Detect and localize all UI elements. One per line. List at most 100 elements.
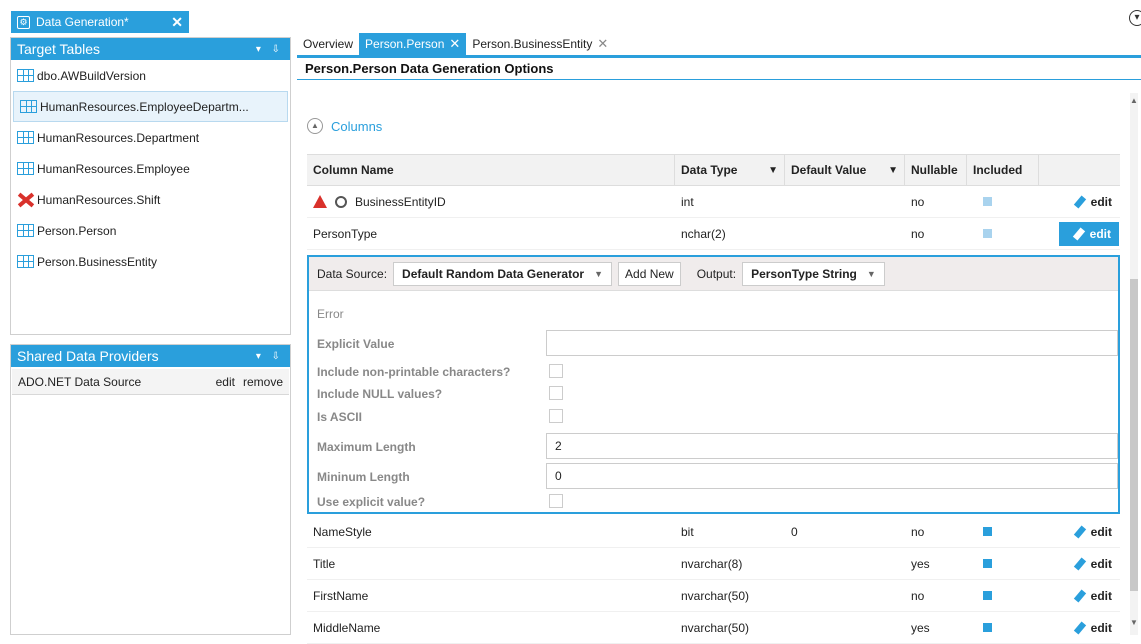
table-item-label: Person.BusinessEntity — [37, 254, 158, 269]
scroll-down-icon[interactable]: ▼ — [1130, 618, 1138, 627]
cell-nullable: no — [911, 226, 925, 241]
included-checkbox[interactable] — [983, 559, 992, 568]
max-length-label: Maximum Length — [317, 440, 416, 454]
use-explicit-checkbox[interactable] — [549, 494, 563, 508]
cell-column-name: Title — [307, 548, 675, 579]
cell-default-value — [785, 580, 905, 611]
pin-icon[interactable]: ▾ ⇩ — [256, 44, 284, 55]
table-item[interactable]: HumanResources.Department — [11, 122, 290, 153]
table-item[interactable]: Person.BusinessEntity — [11, 246, 290, 277]
tab-overview[interactable]: Overview — [297, 33, 359, 55]
max-length-input[interactable]: 2 — [546, 433, 1118, 459]
table-item[interactable]: dbo.AWBuildVersion — [11, 60, 290, 91]
include-nonprintable-label: Include non-printable characters? — [317, 365, 511, 379]
edit-button[interactable]: edit — [1059, 221, 1119, 246]
tab-person-person[interactable]: Person.Person ✕ — [359, 33, 467, 55]
header-column-name[interactable]: Column Name — [307, 155, 675, 185]
editor-toolbar: Data Source: Default Random Data Generat… — [309, 257, 1118, 291]
output-label: Output: — [696, 266, 737, 281]
table-icon — [17, 224, 34, 237]
table-row: Title nvarchar(8) yes edit — [307, 548, 1120, 580]
grid-rows-top: BusinessEntityID int no edit PersonType nchar… — [307, 186, 1120, 250]
cell-included — [967, 516, 1039, 547]
min-length-input[interactable]: 0 — [546, 463, 1118, 489]
explicit-value-input[interactable] — [546, 330, 1118, 356]
included-checkbox[interactable] — [983, 591, 992, 600]
cell-data-type: int — [681, 194, 694, 209]
table-item-label: Person.Person — [37, 223, 117, 238]
excluded-table-icon — [17, 192, 34, 207]
close-icon[interactable]: ✕ — [171, 14, 183, 31]
grid-header: Column Name Data Type ▼ Default Value ▼ … — [307, 154, 1120, 186]
include-null-checkbox[interactable] — [549, 386, 563, 400]
provider-edit-link[interactable]: edit — [216, 375, 235, 389]
pin-icon[interactable]: ▾ ⇩ — [256, 351, 284, 362]
tab-person-businessentity[interactable]: Person.BusinessEntity ✕ — [466, 33, 614, 55]
header-label: Default Value — [791, 163, 867, 177]
options-area: Overview Person.Person ✕ Person.BusinessEnt… — [297, 33, 1141, 644]
cell-included — [967, 580, 1039, 611]
table-item-label: HumanResources.Employee — [37, 161, 190, 176]
included-checkbox[interactable] — [983, 623, 992, 632]
edit-label: edit — [1089, 226, 1111, 241]
is-ascii-checkbox[interactable] — [549, 409, 563, 423]
column-name: BusinessEntityID — [355, 194, 446, 209]
included-checkbox[interactable] — [983, 527, 992, 536]
filter-icon[interactable]: ▼ — [888, 165, 898, 176]
table-row: NameStyle bit 0 no edit — [307, 516, 1120, 548]
grid-rows-bottom: NameStyle bit 0 no edit Title nvarchar(8) yes ed… — [307, 516, 1120, 644]
warning-icon — [313, 195, 327, 208]
included-checkbox[interactable] — [983, 197, 992, 206]
edit-button[interactable]: edit — [1045, 616, 1120, 640]
header-default-value[interactable]: Default Value ▼ — [785, 155, 905, 185]
edit-button[interactable]: edit — [1045, 520, 1120, 544]
edit-button[interactable]: edit — [1045, 552, 1120, 576]
doc-tab-data-generation[interactable]: ⚙ Data Generation* ✕ — [11, 11, 189, 33]
doc-tab-label: Data Generation* — [36, 15, 129, 29]
output-dropdown[interactable]: PersonType String ▼ — [742, 261, 885, 286]
pane-title: Shared Data Providers — [17, 348, 159, 364]
shared-data-providers-pane: Shared Data Providers ▾ ⇩ ADO.NET Data S… — [10, 344, 291, 635]
collapse-icon[interactable]: ▲ — [307, 118, 323, 134]
options-circle-icon[interactable]: ▾ — [1129, 10, 1141, 26]
table-item[interactable]: HumanResources.Shift — [11, 184, 290, 215]
cell-actions: edit — [1039, 218, 1120, 249]
cell-default-value: 0 — [791, 524, 798, 539]
cell-included — [967, 548, 1039, 579]
cell-data-type: bit — [681, 524, 694, 539]
filter-icon[interactable]: ▼ — [768, 165, 778, 176]
included-checkbox[interactable] — [983, 229, 992, 238]
table-item[interactable]: HumanResources.Employee — [11, 153, 290, 184]
pencil-icon — [1073, 556, 1086, 571]
table-item-label: HumanResources.Department — [37, 130, 200, 145]
table-row: MiddleName nvarchar(50) yes edit — [307, 612, 1120, 644]
scroll-thumb[interactable] — [1130, 279, 1138, 591]
edit-button[interactable]: edit — [1045, 584, 1120, 608]
table-icon — [17, 131, 34, 144]
provider-remove-link[interactable]: remove — [243, 375, 283, 389]
columns-section-toggle[interactable]: ▲ Columns — [307, 118, 382, 134]
vertical-scrollbar[interactable] — [1130, 93, 1138, 635]
add-new-button[interactable]: Add New — [618, 261, 681, 286]
header-included[interactable]: Included — [967, 155, 1039, 185]
cell-data-type: nvarchar(50) — [681, 588, 750, 603]
cell-default-value — [785, 218, 905, 249]
close-icon[interactable]: ✕ — [597, 36, 608, 52]
edit-button[interactable]: edit — [1045, 190, 1120, 214]
scroll-up-icon[interactable]: ▲ — [1130, 96, 1138, 105]
header-nullable[interactable]: Nullable — [905, 155, 967, 185]
close-icon[interactable]: ✕ — [449, 36, 460, 52]
include-nonprintable-checkbox[interactable] — [549, 364, 563, 378]
key-icon — [335, 195, 347, 208]
provider-row[interactable]: ADO.NET Data Source edit remove — [12, 369, 289, 395]
shared-providers-header: Shared Data Providers ▾ ⇩ — [11, 345, 290, 367]
column-name: MiddleName — [313, 620, 381, 635]
header-data-type[interactable]: Data Type ▼ — [675, 155, 785, 185]
table-item[interactable]: Person.Person — [11, 215, 290, 246]
data-source-dropdown[interactable]: Default Random Data Generator ▼ — [393, 261, 613, 286]
cell-actions: edit — [1039, 580, 1120, 611]
cell-nullable: yes — [911, 620, 930, 635]
table-item[interactable]: HumanResources.EmployeeDepartm... — [13, 91, 288, 122]
cell-default-value — [785, 612, 905, 643]
column-editor-panel: Data Source: Default Random Data Generat… — [307, 255, 1120, 514]
